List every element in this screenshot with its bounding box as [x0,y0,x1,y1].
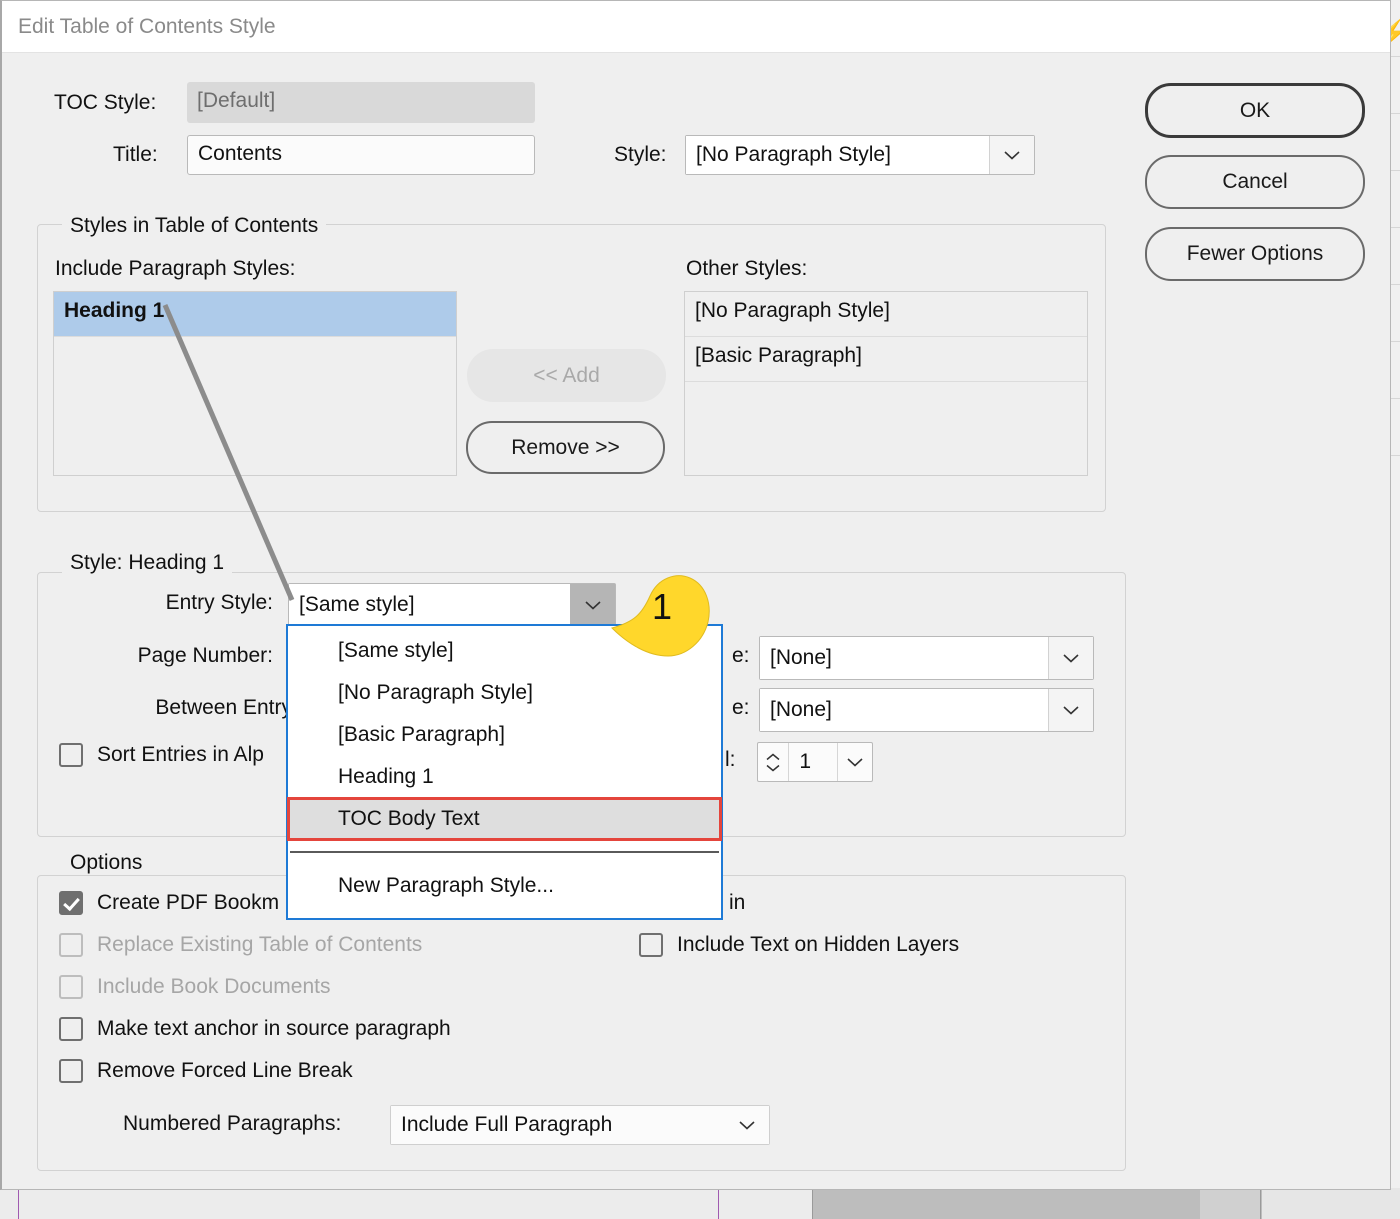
checkbox-icon[interactable] [59,1059,83,1083]
chevron-down-icon [1048,689,1093,731]
sort-entries-label: Sort Entries in Alp [97,743,264,766]
make-text-anchor-label: Make text anchor in source paragraph [97,1017,451,1040]
background-bottom-segment [1262,1188,1400,1219]
chevron-down-icon [989,136,1034,174]
page-number-style-combo[interactable]: [None] [759,636,1094,680]
checkbox-icon [59,975,83,999]
other-styles-list[interactable]: [No Paragraph Style] [Basic Paragraph] [684,291,1088,476]
numbered-paragraphs-combo[interactable]: Include Full Paragraph [390,1105,770,1145]
between-entry-style-value: [None] [760,689,1048,731]
create-pdf-bookmarks-label: Create PDF Bookm [97,891,280,914]
background-ruler-tick [718,1188,719,1219]
page-number-style-value: [None] [760,637,1048,679]
list-item[interactable]: [Basic Paragraph] [685,337,1087,382]
toc-style-label: TOC Style: [54,91,157,114]
make-text-anchor-row[interactable]: Make text anchor in source paragraph [59,1017,451,1041]
between-entry-style-label: e: [732,696,750,719]
callout-badge-1: 1 [608,572,712,658]
title-label: Title: [113,143,158,166]
dialog-title: Edit Table of Contents Style [18,15,276,38]
add-button: << Add [467,349,666,402]
remove-forced-line-break-row[interactable]: Remove Forced Line Break [59,1059,353,1083]
checkbox-icon[interactable] [59,1017,83,1041]
level-value[interactable]: 1 [789,743,837,781]
include-book-documents-label: Include Book Documents [97,975,331,998]
title-style-combo[interactable]: [No Paragraph Style] [685,135,1035,175]
page-number-label: Page Number: [137,644,273,667]
dropdown-item-basic-paragraph[interactable]: [Basic Paragraph] [288,714,721,756]
entry-style-dropdown[interactable]: [Same style] [No Paragraph Style] [Basic… [286,624,723,920]
spinner-arrows-icon[interactable] [758,743,790,781]
styles-in-toc-group-title: Styles in Table of Contents [62,214,327,238]
style-heading1-group-title: Style: Heading 1 [62,551,233,575]
background-bottom-segment [1200,1188,1261,1219]
background-bottom-segment [0,1188,761,1219]
include-book-documents-row: Include Book Documents [59,975,330,999]
title-style-value: [No Paragraph Style] [686,136,989,174]
dialog-titlebar: Edit Table of Contents Style [2,1,1390,53]
sort-entries-checkbox-row[interactable]: Sort Entries in Alp [59,743,264,767]
include-hidden-layers-row[interactable]: Include Text on Hidden Layers [639,933,959,957]
entry-style-label: Entry Style: [165,591,273,614]
dropdown-separator [290,851,719,853]
options-group-title: Options [62,851,151,875]
dropdown-item-no-paragraph-style[interactable]: [No Paragraph Style] [288,672,721,714]
include-hidden-layers-label: Include Text on Hidden Layers [677,933,960,956]
dropdown-item-toc-body-text[interactable]: TOC Body Text [287,797,722,841]
between-entry-style-combo[interactable]: [None] [759,688,1094,732]
list-item[interactable]: [No Paragraph Style] [685,292,1087,337]
page-number-style-label: e: [732,644,750,667]
dropdown-item-new-paragraph-style[interactable]: New Paragraph Style... [288,865,721,907]
checkbox-icon [59,933,83,957]
checkbox-icon[interactable] [59,743,83,767]
level-label: l: [725,748,736,771]
chevron-down-icon [1048,637,1093,679]
style-label: Style: [614,143,667,166]
callout-number: 1 [652,586,673,627]
remove-button[interactable]: Remove >> [466,421,665,474]
level-spinner[interactable]: 1 [757,742,873,782]
entry-style-value: [Same style] [289,584,570,626]
fewer-options-button[interactable]: Fewer Options [1145,227,1365,281]
replace-existing-toc-label: Replace Existing Table of Contents [97,933,423,956]
entry-style-combo[interactable]: [Same style] [288,583,616,627]
include-paragraph-styles-label: Include Paragraph Styles: [55,257,296,280]
toc-style-value: [Default] [187,82,535,123]
screenshot-root: ⚡ s t t Edit Table of Contents Style TOC… [0,0,1400,1219]
replace-existing-toc-row: Replace Existing Table of Contents [59,933,422,957]
other-styles-label: Other Styles: [686,257,808,280]
numbered-paragraphs-label: Numbered Paragraphs: [123,1112,342,1135]
checkbox-icon[interactable] [639,933,663,957]
chevron-down-icon[interactable] [837,743,872,781]
background-bottom-segment [760,1188,813,1219]
chevron-down-icon [725,1106,769,1144]
list-item[interactable]: Heading 1 [54,292,456,337]
between-entry-label: Between Entry [155,696,292,719]
background-ruler-tick [18,1188,19,1219]
remove-forced-line-break-label: Remove Forced Line Break [97,1059,353,1082]
cancel-button[interactable]: Cancel [1145,155,1365,209]
title-input[interactable]: Contents [187,135,535,175]
create-pdf-bookmarks-row[interactable]: Create PDF Bookm [59,891,279,915]
background-bottom-bar [0,1188,1400,1219]
create-pdf-bookmarks-label-tail: in [729,891,746,914]
include-paragraph-styles-list[interactable]: Heading 1 [53,291,457,476]
dropdown-item-heading-1[interactable]: Heading 1 [288,756,721,798]
numbered-paragraphs-value: Include Full Paragraph [391,1106,725,1144]
checkbox-icon[interactable] [59,891,83,915]
ok-button[interactable]: OK [1145,83,1365,138]
